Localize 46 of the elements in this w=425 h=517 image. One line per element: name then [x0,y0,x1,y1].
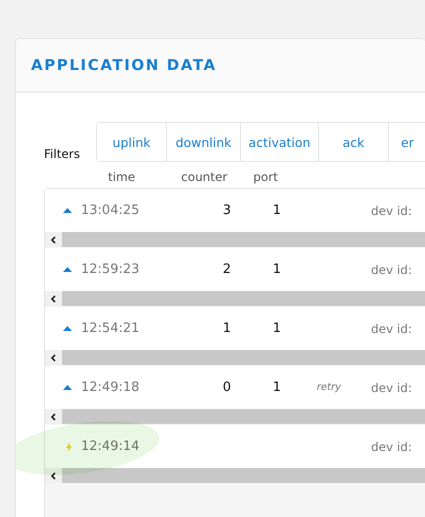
port-cell: 1 [272,262,281,277]
counter-cell: 0 [222,380,231,395]
message-row[interactable]: 13:04:25 3 1 dev id: [45,189,425,247]
scroll-left-button[interactable] [45,232,62,247]
up-triangle-icon [63,267,72,272]
horizontal-scrollbar[interactable] [45,232,425,247]
scroll-left-button[interactable] [45,350,62,365]
dev-id-label: dev id: [371,440,412,454]
column-header: counter [181,170,228,184]
horizontal-scrollbar[interactable] [45,350,425,365]
up-triangle-icon [63,326,72,331]
counter-cell: 1 [222,321,231,336]
port-cell: 1 [272,203,281,218]
port-cell: 1 [272,380,281,395]
dev-id-label: dev id: [371,262,412,276]
up-triangle-icon [63,208,72,213]
time-cell-text: 12:54:21 [81,321,140,336]
port-cell: 1 [272,321,281,336]
filters-label: Filters [44,147,81,162]
horizontal-scrollbar[interactable] [45,409,425,424]
dev-id-label: dev id: [371,322,412,336]
up-triangle-icon [63,385,72,390]
time-cell-text: 12:59:23 [81,262,140,277]
time-cell-text: 13:04:25 [81,203,140,218]
chevron-left-icon [51,412,56,420]
column-header: port [253,170,278,184]
section-title: APPLICATION DATA [31,56,217,74]
horizontal-scrollbar[interactable] [45,291,425,306]
chevron-left-icon [51,294,56,302]
message-row[interactable]: 12:49:18 0 1 retry dev id: [45,366,425,424]
time-cell-text: 12:49:18 [81,380,140,395]
message-row[interactable]: 12:54:21 1 1 dev id: [45,307,425,365]
horizontal-scrollbar[interactable] [45,468,425,483]
scroll-left-button[interactable] [45,409,62,424]
scroll-left-button[interactable] [45,291,62,306]
dev-id-label: dev id: [371,204,412,218]
column-header: time [108,170,136,184]
time-cell-text: 12:49:14 [81,439,140,454]
note-label: retry [316,382,341,393]
message-row[interactable]: 12:59:23 2 1 dev id: [45,248,425,306]
filter-tab[interactable]: uplink [97,123,167,161]
counter-cell: 2 [222,262,231,277]
chevron-left-icon [51,354,56,362]
counter-cell: 3 [222,203,231,218]
dev-id-label: dev id: [371,380,412,394]
chevron-left-icon [51,236,56,244]
